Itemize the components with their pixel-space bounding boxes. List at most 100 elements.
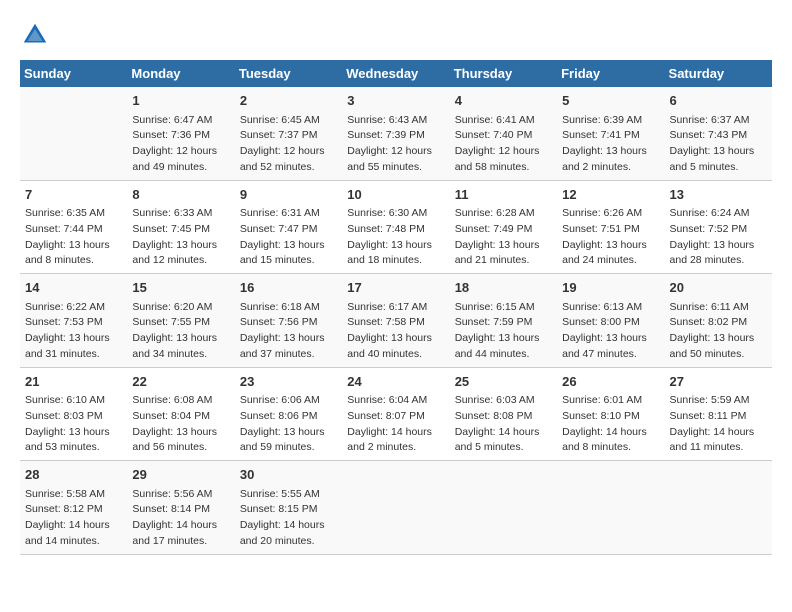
weekday-header-sunday: Sunday <box>20 60 127 87</box>
day-info: Sunrise: 6:01 AM Sunset: 8:10 PM Dayligh… <box>562 393 659 456</box>
day-number: 4 <box>455 91 552 111</box>
day-number: 9 <box>240 185 337 205</box>
weekday-header-friday: Friday <box>557 60 664 87</box>
calendar-cell: 7Sunrise: 6:35 AM Sunset: 7:44 PM Daylig… <box>20 180 127 274</box>
calendar-cell: 12Sunrise: 6:26 AM Sunset: 7:51 PM Dayli… <box>557 180 664 274</box>
day-info: Sunrise: 6:41 AM Sunset: 7:40 PM Dayligh… <box>455 113 552 176</box>
day-number: 11 <box>455 185 552 205</box>
day-info: Sunrise: 6:03 AM Sunset: 8:08 PM Dayligh… <box>455 393 552 456</box>
day-info: Sunrise: 6:24 AM Sunset: 7:52 PM Dayligh… <box>670 206 767 269</box>
day-info: Sunrise: 6:18 AM Sunset: 7:56 PM Dayligh… <box>240 300 337 363</box>
calendar-cell: 30Sunrise: 5:55 AM Sunset: 8:15 PM Dayli… <box>235 461 342 555</box>
day-number: 30 <box>240 465 337 485</box>
calendar-cell: 24Sunrise: 6:04 AM Sunset: 8:07 PM Dayli… <box>342 367 449 461</box>
day-info: Sunrise: 6:10 AM Sunset: 8:03 PM Dayligh… <box>25 393 122 456</box>
day-number: 2 <box>240 91 337 111</box>
day-number: 21 <box>25 372 122 392</box>
calendar-cell: 15Sunrise: 6:20 AM Sunset: 7:55 PM Dayli… <box>127 274 234 368</box>
calendar-cell: 18Sunrise: 6:15 AM Sunset: 7:59 PM Dayli… <box>450 274 557 368</box>
calendar-cell: 21Sunrise: 6:10 AM Sunset: 8:03 PM Dayli… <box>20 367 127 461</box>
calendar-cell: 14Sunrise: 6:22 AM Sunset: 7:53 PM Dayli… <box>20 274 127 368</box>
calendar-cell: 9Sunrise: 6:31 AM Sunset: 7:47 PM Daylig… <box>235 180 342 274</box>
day-info: Sunrise: 5:58 AM Sunset: 8:12 PM Dayligh… <box>25 487 122 550</box>
calendar-cell: 4Sunrise: 6:41 AM Sunset: 7:40 PM Daylig… <box>450 87 557 180</box>
week-row-4: 21Sunrise: 6:10 AM Sunset: 8:03 PM Dayli… <box>20 367 772 461</box>
day-number: 13 <box>670 185 767 205</box>
day-info: Sunrise: 6:15 AM Sunset: 7:59 PM Dayligh… <box>455 300 552 363</box>
day-number: 19 <box>562 278 659 298</box>
day-info: Sunrise: 6:20 AM Sunset: 7:55 PM Dayligh… <box>132 300 229 363</box>
calendar-cell <box>20 87 127 180</box>
calendar-cell: 1Sunrise: 6:47 AM Sunset: 7:36 PM Daylig… <box>127 87 234 180</box>
logo-icon <box>20 20 50 50</box>
day-info: Sunrise: 6:30 AM Sunset: 7:48 PM Dayligh… <box>347 206 444 269</box>
day-number: 27 <box>670 372 767 392</box>
day-number: 23 <box>240 372 337 392</box>
week-row-2: 7Sunrise: 6:35 AM Sunset: 7:44 PM Daylig… <box>20 180 772 274</box>
calendar-cell: 13Sunrise: 6:24 AM Sunset: 7:52 PM Dayli… <box>665 180 772 274</box>
calendar-cell: 29Sunrise: 5:56 AM Sunset: 8:14 PM Dayli… <box>127 461 234 555</box>
day-info: Sunrise: 5:56 AM Sunset: 8:14 PM Dayligh… <box>132 487 229 550</box>
day-info: Sunrise: 6:31 AM Sunset: 7:47 PM Dayligh… <box>240 206 337 269</box>
weekday-header-tuesday: Tuesday <box>235 60 342 87</box>
day-number: 15 <box>132 278 229 298</box>
day-number: 8 <box>132 185 229 205</box>
calendar-cell <box>342 461 449 555</box>
weekday-header-wednesday: Wednesday <box>342 60 449 87</box>
header <box>20 20 772 50</box>
day-number: 3 <box>347 91 444 111</box>
week-row-5: 28Sunrise: 5:58 AM Sunset: 8:12 PM Dayli… <box>20 461 772 555</box>
day-info: Sunrise: 6:04 AM Sunset: 8:07 PM Dayligh… <box>347 393 444 456</box>
day-number: 5 <box>562 91 659 111</box>
day-info: Sunrise: 6:13 AM Sunset: 8:00 PM Dayligh… <box>562 300 659 363</box>
day-info: Sunrise: 6:47 AM Sunset: 7:36 PM Dayligh… <box>132 113 229 176</box>
day-info: Sunrise: 6:39 AM Sunset: 7:41 PM Dayligh… <box>562 113 659 176</box>
day-number: 16 <box>240 278 337 298</box>
calendar-cell: 28Sunrise: 5:58 AM Sunset: 8:12 PM Dayli… <box>20 461 127 555</box>
day-number: 12 <box>562 185 659 205</box>
day-info: Sunrise: 6:33 AM Sunset: 7:45 PM Dayligh… <box>132 206 229 269</box>
day-info: Sunrise: 6:06 AM Sunset: 8:06 PM Dayligh… <box>240 393 337 456</box>
calendar-cell: 10Sunrise: 6:30 AM Sunset: 7:48 PM Dayli… <box>342 180 449 274</box>
calendar-cell <box>450 461 557 555</box>
day-number: 26 <box>562 372 659 392</box>
calendar-cell <box>557 461 664 555</box>
day-number: 22 <box>132 372 229 392</box>
day-number: 17 <box>347 278 444 298</box>
day-number: 24 <box>347 372 444 392</box>
calendar-cell: 25Sunrise: 6:03 AM Sunset: 8:08 PM Dayli… <box>450 367 557 461</box>
day-number: 20 <box>670 278 767 298</box>
calendar-cell: 19Sunrise: 6:13 AM Sunset: 8:00 PM Dayli… <box>557 274 664 368</box>
calendar-cell: 27Sunrise: 5:59 AM Sunset: 8:11 PM Dayli… <box>665 367 772 461</box>
calendar-cell: 20Sunrise: 6:11 AM Sunset: 8:02 PM Dayli… <box>665 274 772 368</box>
day-number: 1 <box>132 91 229 111</box>
day-info: Sunrise: 5:55 AM Sunset: 8:15 PM Dayligh… <box>240 487 337 550</box>
calendar-cell: 6Sunrise: 6:37 AM Sunset: 7:43 PM Daylig… <box>665 87 772 180</box>
day-info: Sunrise: 6:35 AM Sunset: 7:44 PM Dayligh… <box>25 206 122 269</box>
day-number: 28 <box>25 465 122 485</box>
calendar-cell: 16Sunrise: 6:18 AM Sunset: 7:56 PM Dayli… <box>235 274 342 368</box>
day-info: Sunrise: 6:37 AM Sunset: 7:43 PM Dayligh… <box>670 113 767 176</box>
weekday-header-thursday: Thursday <box>450 60 557 87</box>
week-row-3: 14Sunrise: 6:22 AM Sunset: 7:53 PM Dayli… <box>20 274 772 368</box>
day-number: 6 <box>670 91 767 111</box>
day-number: 14 <box>25 278 122 298</box>
day-number: 10 <box>347 185 444 205</box>
day-info: Sunrise: 6:08 AM Sunset: 8:04 PM Dayligh… <box>132 393 229 456</box>
day-info: Sunrise: 6:26 AM Sunset: 7:51 PM Dayligh… <box>562 206 659 269</box>
calendar-table: SundayMondayTuesdayWednesdayThursdayFrid… <box>20 60 772 555</box>
calendar-cell: 3Sunrise: 6:43 AM Sunset: 7:39 PM Daylig… <box>342 87 449 180</box>
weekday-header-saturday: Saturday <box>665 60 772 87</box>
calendar-cell <box>665 461 772 555</box>
day-number: 25 <box>455 372 552 392</box>
calendar-cell: 26Sunrise: 6:01 AM Sunset: 8:10 PM Dayli… <box>557 367 664 461</box>
calendar-cell: 11Sunrise: 6:28 AM Sunset: 7:49 PM Dayli… <box>450 180 557 274</box>
calendar-cell: 23Sunrise: 6:06 AM Sunset: 8:06 PM Dayli… <box>235 367 342 461</box>
logo <box>20 20 54 50</box>
day-info: Sunrise: 6:17 AM Sunset: 7:58 PM Dayligh… <box>347 300 444 363</box>
weekday-header-monday: Monday <box>127 60 234 87</box>
day-info: Sunrise: 6:45 AM Sunset: 7:37 PM Dayligh… <box>240 113 337 176</box>
day-info: Sunrise: 5:59 AM Sunset: 8:11 PM Dayligh… <box>670 393 767 456</box>
calendar-cell: 17Sunrise: 6:17 AM Sunset: 7:58 PM Dayli… <box>342 274 449 368</box>
week-row-1: 1Sunrise: 6:47 AM Sunset: 7:36 PM Daylig… <box>20 87 772 180</box>
